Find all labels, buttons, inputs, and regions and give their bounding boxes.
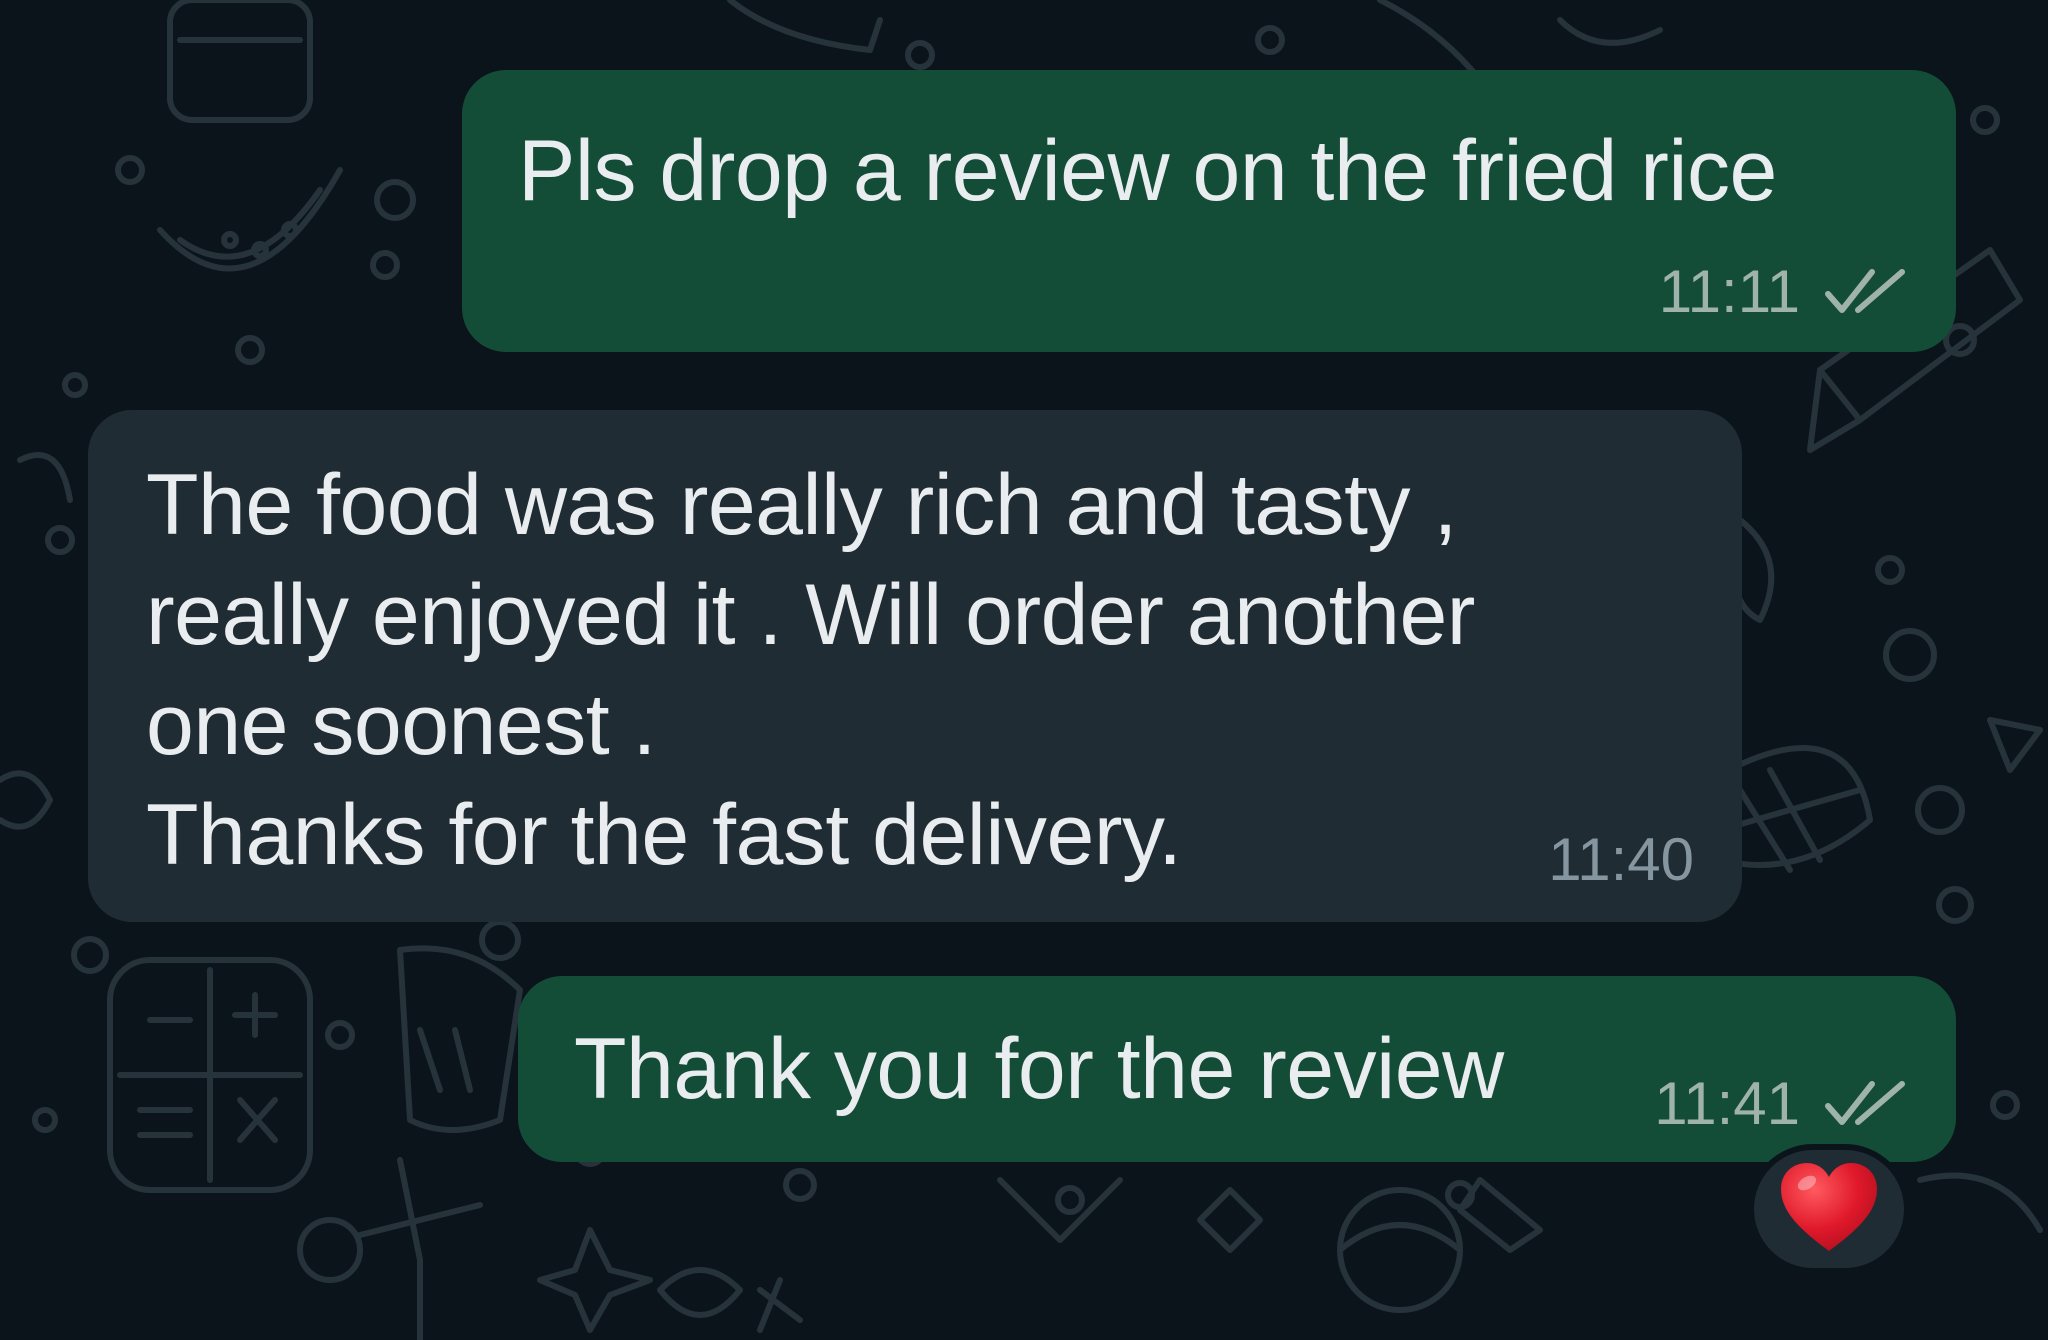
- heart-icon: [1781, 1163, 1877, 1251]
- message-time: 11:41: [1654, 1070, 1800, 1137]
- incoming-message[interactable]: The food was really rich and tasty , rea…: [88, 410, 1742, 922]
- message-time: 11:40: [1548, 826, 1694, 893]
- message-line: really enjoyed it . Will order another: [146, 567, 1475, 663]
- double-check-icon: [1825, 268, 1905, 313]
- message-line: one soonest .: [146, 677, 656, 773]
- message-reaction[interactable]: [1748, 1144, 1910, 1274]
- chat-view: Pls drop a review on the fried rice 11:1…: [0, 0, 2048, 1340]
- message-time: 11:11: [1658, 258, 1800, 325]
- outgoing-message[interactable]: Pls drop a review on the fried rice 11:1…: [462, 70, 1956, 352]
- outgoing-message[interactable]: Thank you for the review 11:41: [518, 976, 1956, 1162]
- message-line: Thanks for the fast delivery.: [146, 787, 1182, 883]
- message-text: Pls drop a review on the fried rice: [518, 123, 1777, 219]
- message-meta: 11:11: [1659, 257, 1908, 326]
- message-meta: 11:41: [1654, 1069, 1908, 1138]
- message-text: Thank you for the review: [574, 1021, 1504, 1117]
- double-check-icon: [1825, 1080, 1905, 1125]
- message-meta: 11:40: [1548, 825, 1694, 894]
- message-line: The food was really rich and tasty ,: [146, 457, 1457, 553]
